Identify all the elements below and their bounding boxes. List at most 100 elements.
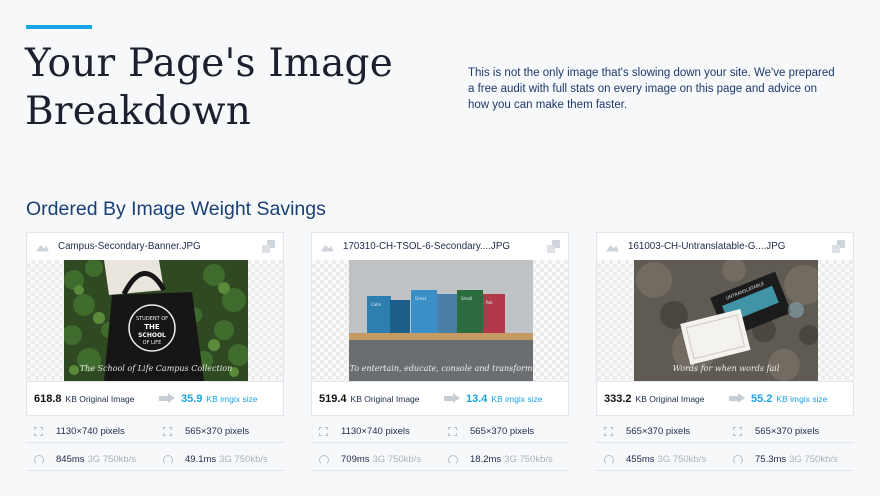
dimensions-icon [163, 427, 172, 436]
imgix-load-time: 49.1ms [185, 454, 217, 465]
network-label: 3G 750kb/s [657, 454, 707, 465]
original-load-time: 455ms [626, 454, 655, 465]
speedometer-icon [733, 454, 743, 465]
original-size-label: KB Original Image [350, 393, 420, 404]
image-thumbnail[interactable]: STUDENT OF THE SCHOOL OF LIFE The School… [64, 260, 248, 381]
dimensions-icon [448, 427, 457, 436]
image-caption: To entertain, educate, console and trans… [349, 364, 533, 373]
image-file-icon [606, 242, 619, 252]
card-header: Campus-Secondary-Banner.JPG [26, 232, 284, 260]
imgix-time-cell: 18.2ms 3G 750kb/s [440, 449, 569, 471]
imgix-load-time: 75.3ms [755, 454, 787, 465]
image-thumbnail[interactable]: UNTRANSLATABLE Words for when words fail [634, 260, 818, 381]
image-preview-area: UNTRANSLATABLE Words for when words fail [596, 260, 854, 381]
svg-text:OF LIFE: OF LIFE [143, 340, 162, 346]
original-size-value: 333.2 [604, 392, 632, 405]
load-time-row: 455ms 3G 750kb/s 75.3ms 3G 750kb/s [596, 449, 854, 471]
image-card: Campus-Secondary-Banner.JPG STUDENT OF T… [26, 232, 284, 471]
original-size-label: KB Original Image [635, 393, 705, 404]
svg-text:Great: Great [415, 296, 427, 301]
image-thumbnail[interactable]: Calm Great Small Rel. To entertain, educate… [349, 260, 533, 381]
imgix-time-cell: 49.1ms 3G 750kb/s [155, 449, 284, 471]
original-load-time: 709ms [341, 454, 370, 465]
size-comparison: 519.4 KB Original Image 13.4 KB imgix si… [311, 381, 569, 416]
accent-bar [26, 25, 92, 29]
imgix-size-label: KB imgix size [491, 393, 543, 404]
network-label: 3G 750kb/s [504, 454, 553, 465]
dimensions-row: 1130×740 pixels 565×370 pixels [311, 421, 569, 443]
image-stats: 565×370 pixels 565×370 pixels 455ms 3G 75… [596, 421, 854, 471]
image-preview-area: STUDENT OF THE SCHOOL OF LIFE The School… [26, 260, 284, 381]
size-comparison: 618.8 KB Original Image 35.9 KB imgix si… [26, 381, 284, 416]
speedometer-icon [448, 454, 458, 465]
speedometer-icon [319, 454, 329, 465]
imgix-load-time: 18.2ms [470, 454, 502, 465]
network-label: 3G 750kb/s [219, 454, 268, 465]
expand-icon[interactable] [832, 240, 845, 253]
tote-bag-photo: STUDENT OF THE SCHOOL OF LIFE [64, 260, 248, 381]
card-game-photo: UNTRANSLATABLE [634, 260, 818, 381]
size-comparison: 333.2 KB Original Image 55.2 KB imgix si… [596, 381, 854, 416]
imgix-size-value: 55.2 [751, 392, 773, 405]
original-dimensions: 1130×740 pixels [56, 426, 125, 437]
dimensions-icon [733, 427, 742, 436]
original-dimensions-cell: 565×370 pixels [596, 421, 725, 443]
expand-icon[interactable] [262, 240, 275, 253]
imgix-dimensions: 565×370 pixels [470, 426, 535, 437]
original-dimensions-cell: 1130×740 pixels [311, 421, 440, 443]
image-card: 170310-CH-TSOL-6-Secondary....JPG Calm Gr… [311, 232, 569, 471]
original-dimensions: 565×370 pixels [626, 426, 691, 437]
image-card: 161003-CH-Untranslatable-G....JPG UNTRAN… [596, 232, 854, 471]
imgix-dimensions-cell: 565×370 pixels [155, 421, 284, 443]
image-caption: Words for when words fail [672, 364, 780, 373]
original-load-time: 845ms [56, 454, 85, 465]
original-time-cell: 709ms 3G 750kb/s [311, 449, 440, 471]
speedometer-icon [34, 454, 44, 465]
image-filename[interactable]: Campus-Secondary-Banner.JPG [58, 241, 262, 252]
dimensions-row: 1130×740 pixels 565×370 pixels [26, 421, 284, 443]
network-label: 3G 750kb/s [372, 454, 422, 465]
dimensions-row: 565×370 pixels 565×370 pixels [596, 421, 854, 443]
load-time-row: 709ms 3G 750kb/s 18.2ms 3G 750kb/s [311, 449, 569, 471]
original-size-label: KB Original Image [65, 393, 135, 404]
dimensions-icon [604, 427, 613, 436]
dimensions-icon [319, 427, 328, 436]
image-filename[interactable]: 170310-CH-TSOL-6-Secondary....JPG [343, 241, 547, 252]
page-title: Your Page's Image Breakdown [25, 41, 393, 134]
imgix-size-value: 13.4 [466, 392, 488, 405]
original-time-cell: 455ms 3G 750kb/s [596, 449, 725, 471]
original-time-cell: 845ms 3G 750kb/s [26, 449, 155, 471]
card-header: 161003-CH-Untranslatable-G....JPG [596, 232, 854, 260]
imgix-dimensions: 565×370 pixels [755, 426, 820, 437]
card-header: 170310-CH-TSOL-6-Secondary....JPG [311, 232, 569, 260]
svg-text:Calm: Calm [371, 302, 381, 307]
imgix-size-label: KB imgix size [206, 393, 258, 404]
dimensions-icon [34, 427, 43, 436]
section-heading: Ordered By Image Weight Savings [26, 198, 326, 220]
image-stats: 1130×740 pixels 565×370 pixels 709ms 3G 7… [311, 421, 569, 471]
expand-icon[interactable] [547, 240, 560, 253]
image-file-icon [321, 242, 334, 252]
books-shelf-photo: Calm Great Small Rel. [349, 260, 533, 381]
arrow-right-icon [436, 382, 466, 415]
original-dimensions-cell: 1130×740 pixels [26, 421, 155, 443]
network-label: 3G 750kb/s [87, 454, 137, 465]
original-dimensions: 1130×740 pixels [341, 426, 410, 437]
svg-text:SCHOOL: SCHOOL [138, 332, 166, 339]
imgix-size-label: KB imgix size [776, 393, 828, 404]
network-label: 3G 750kb/s [789, 454, 838, 465]
image-preview-area: Calm Great Small Rel. To entertain, educate… [311, 260, 569, 381]
svg-text:Small: Small [461, 296, 472, 301]
svg-text:THE: THE [144, 323, 160, 331]
svg-text:STUDENT OF: STUDENT OF [136, 316, 168, 322]
speedometer-icon [163, 454, 173, 465]
imgix-dimensions: 565×370 pixels [185, 426, 250, 437]
imgix-size-value: 35.9 [181, 392, 203, 405]
image-caption: The School of Life Campus Collection [79, 364, 233, 373]
load-time-row: 845ms 3G 750kb/s 49.1ms 3G 750kb/s [26, 449, 284, 471]
imgix-dimensions-cell: 565×370 pixels [440, 421, 569, 443]
speedometer-icon [604, 454, 614, 465]
image-filename[interactable]: 161003-CH-Untranslatable-G....JPG [628, 241, 832, 252]
intro-text: This is not the only image that's slowin… [468, 67, 835, 111]
arrow-right-icon [151, 382, 181, 415]
